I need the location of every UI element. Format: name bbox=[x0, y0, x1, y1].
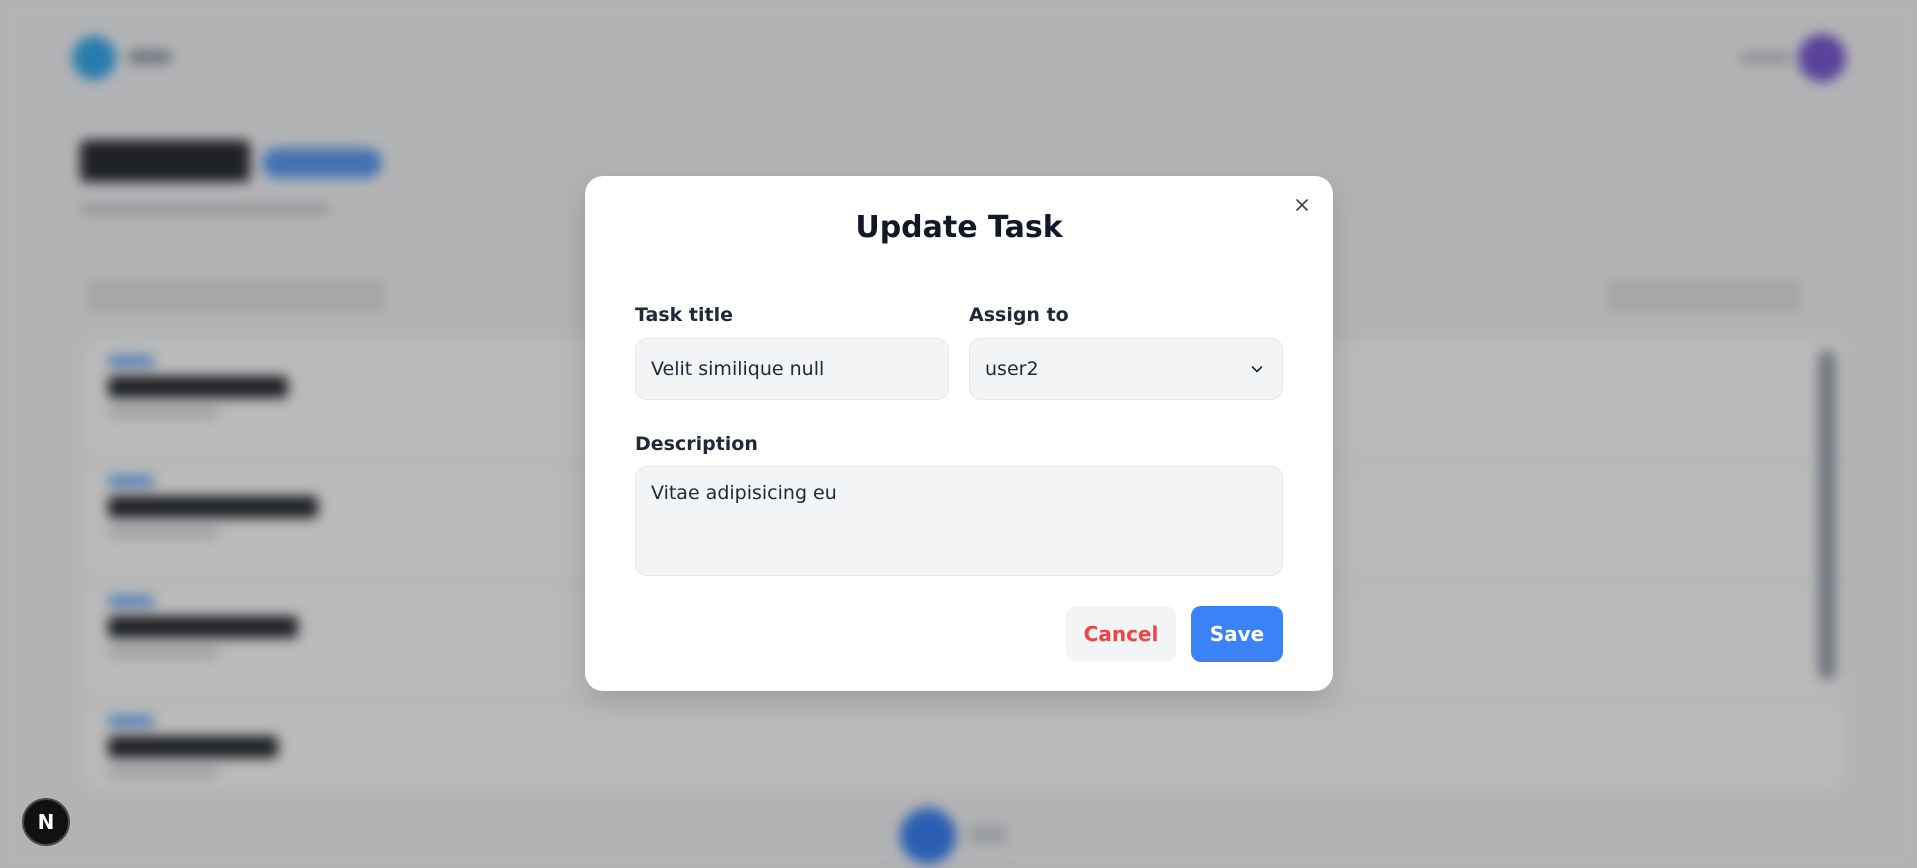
save-button[interactable]: Save bbox=[1191, 606, 1283, 662]
assign-to-label: Assign to bbox=[969, 304, 1069, 326]
dev-tools-button[interactable]: N bbox=[22, 798, 70, 846]
description-textarea[interactable]: Vitae adipisicing eu bbox=[635, 466, 1283, 576]
description-label: Description bbox=[635, 433, 758, 455]
description-value: Vitae adipisicing eu bbox=[651, 482, 837, 504]
dialog-title: Update Task bbox=[855, 210, 1063, 245]
task-title-label: Task title bbox=[635, 304, 733, 326]
update-task-dialog: Update Task Task title Velit similique n… bbox=[585, 176, 1333, 691]
chevron-down-icon bbox=[1249, 361, 1265, 377]
assign-to-select[interactable]: user2 bbox=[969, 338, 1283, 400]
task-title-value: Velit similique null bbox=[651, 358, 825, 380]
dev-tools-letter: N bbox=[37, 810, 55, 834]
task-title-input[interactable]: Velit similique null bbox=[635, 338, 949, 400]
assign-to-value: user2 bbox=[985, 358, 1039, 380]
cancel-button[interactable]: Cancel bbox=[1066, 606, 1176, 662]
